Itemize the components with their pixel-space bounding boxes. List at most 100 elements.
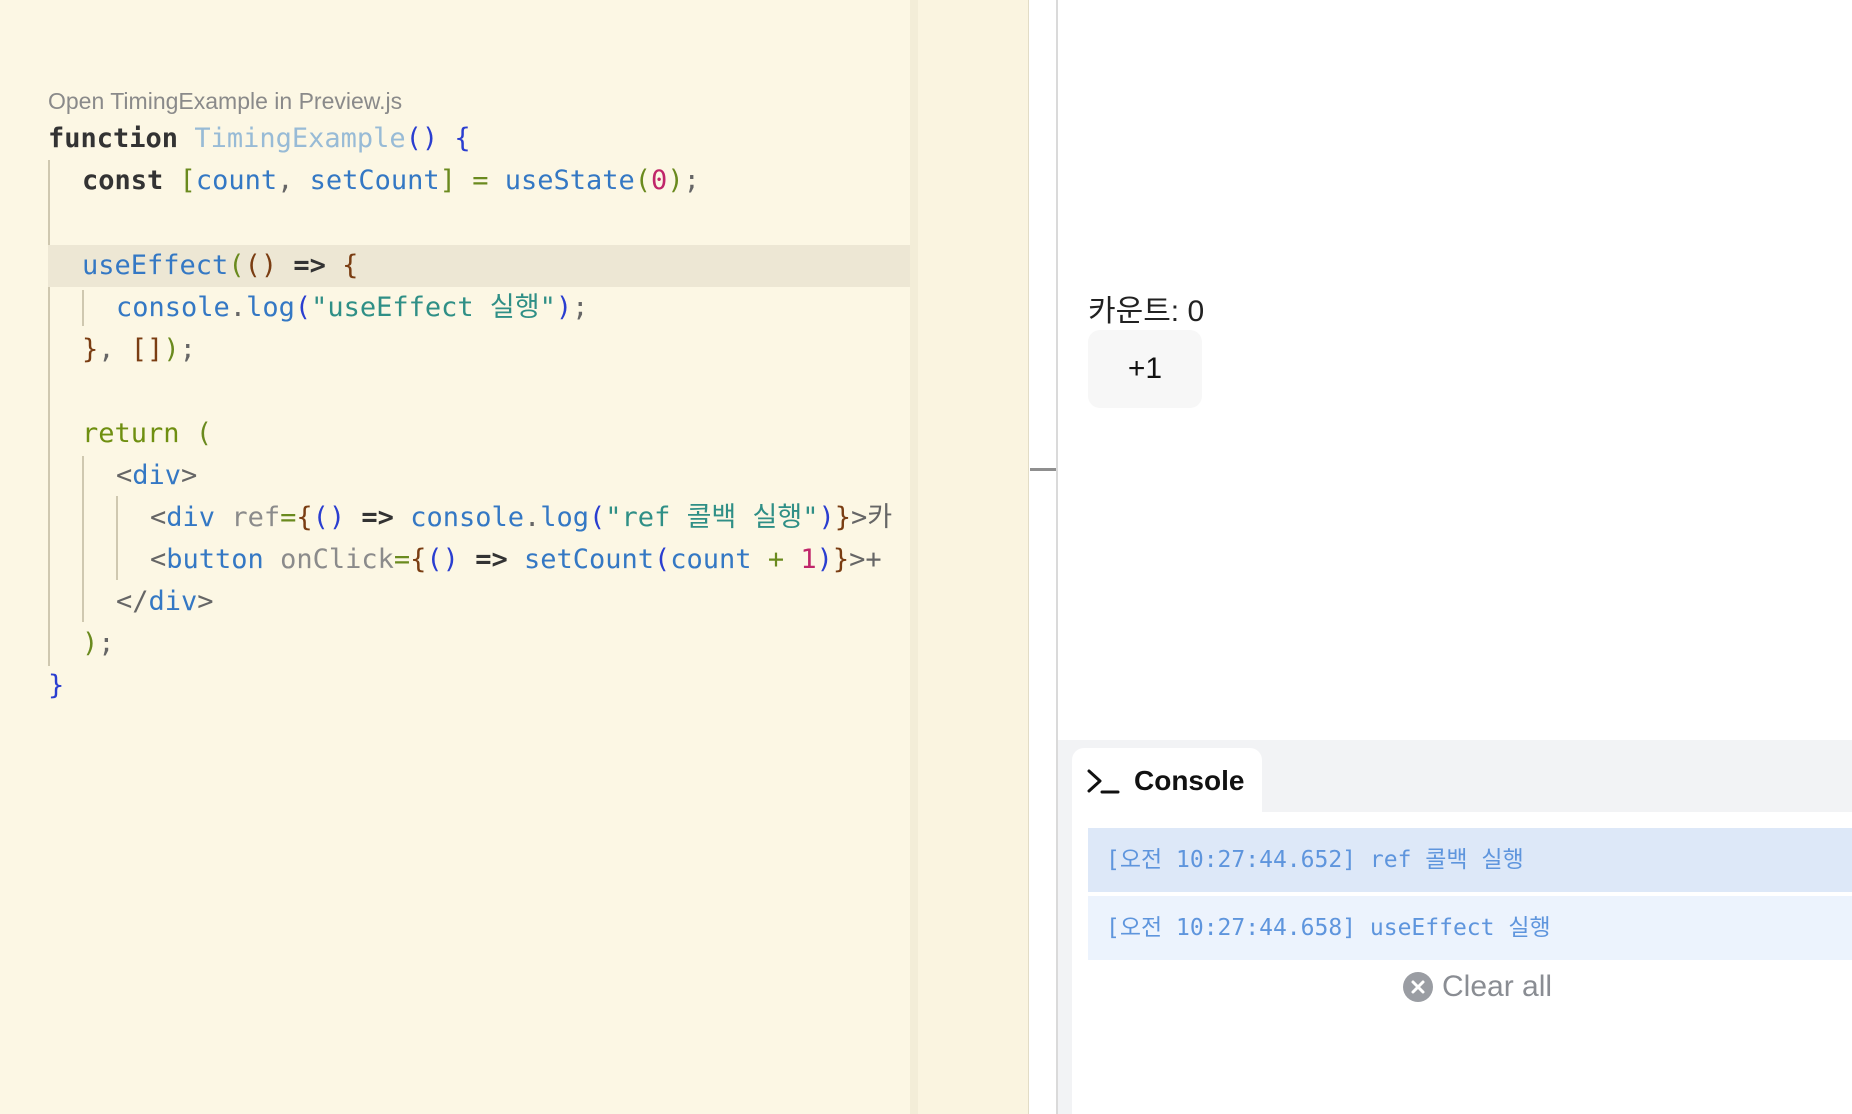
code-token: ): [667, 165, 684, 196]
increment-button[interactable]: +1: [1088, 330, 1202, 408]
code-token: ,: [98, 334, 115, 365]
code-token: button: [166, 544, 264, 575]
code-token: 1: [800, 544, 817, 575]
code-token: {: [410, 544, 427, 575]
code-token: (: [228, 250, 245, 281]
code-token: console: [410, 502, 524, 533]
code-line-12: </div>: [116, 581, 214, 623]
code-token: log: [540, 502, 590, 533]
indent-guide: [48, 160, 50, 666]
code-token: (: [589, 502, 606, 533]
code-token: <: [150, 544, 167, 575]
code-token: TimingExample: [194, 123, 406, 154]
code-token: </: [116, 586, 149, 617]
code-token: ): [82, 628, 99, 659]
code-token: {: [454, 123, 471, 154]
code-token: ]: [439, 165, 456, 196]
code-token: console: [116, 292, 230, 323]
indent-guide: [116, 496, 118, 580]
code-token: ;: [572, 292, 589, 323]
console-log-row: [오전 10:27:44.658] useEffect 실행: [1088, 896, 1852, 960]
code-token: ref: [231, 502, 281, 533]
indent-guide: [82, 456, 84, 622]
code-line-4-highlighted: useEffect(() => {: [48, 245, 910, 287]
code-token: []: [130, 334, 164, 365]
editor-edge: [910, 0, 918, 1114]
code-token: (: [654, 544, 671, 575]
code-token: (): [312, 502, 346, 533]
code-token: (): [405, 123, 439, 154]
code-token: ;: [179, 334, 196, 365]
code-token: }: [832, 544, 850, 575]
code-token: useState: [504, 165, 635, 196]
code-token: return: [82, 418, 180, 449]
console-body: [오전 10:27:44.652] ref 콜백 실행 [오전 10:27:44…: [1072, 812, 1852, 1114]
terminal-icon: [1087, 769, 1120, 794]
code-token: 0: [651, 165, 668, 196]
code-token: setCount: [523, 544, 655, 575]
code-line-6: }, []);: [82, 329, 196, 371]
code-token: div: [148, 586, 198, 617]
code-line-1: function TimingExample() {: [48, 118, 471, 160]
code-token: }: [48, 670, 65, 701]
code-token: }: [834, 502, 851, 533]
code-token: +: [767, 544, 785, 575]
code-token: (): [244, 250, 278, 281]
console-panel: Console [오전 10:27:44.652] ref 콜백 실행 [오전 …: [1058, 740, 1852, 1114]
code-token: =: [472, 165, 489, 196]
code-token: {: [342, 250, 359, 281]
code-token: <: [150, 502, 167, 533]
code-token: ): [816, 544, 833, 575]
open-in-preview-link[interactable]: Open TimingExample in Preview.js: [48, 88, 402, 115]
code-token: =>: [293, 250, 326, 281]
code-token: (: [195, 418, 213, 449]
code-token: .: [523, 502, 541, 533]
code-token: (: [634, 165, 652, 196]
code-token: }: [82, 334, 99, 365]
code-token: function: [48, 123, 179, 154]
code-token: {: [296, 502, 313, 533]
code-token: setCount: [309, 165, 440, 196]
code-line-14: }: [48, 665, 64, 707]
code-token: >: [181, 460, 198, 491]
preview-pane: 카운트: 0 +1: [1058, 0, 1852, 740]
code-line-2: const [count, setCount] = useState(0);: [82, 160, 700, 202]
code-token: [: [179, 165, 196, 196]
console-log-row: [오전 10:27:44.652] ref 콜백 실행: [1088, 828, 1852, 892]
code-token: onClick: [280, 544, 394, 575]
console-tab[interactable]: Console: [1072, 748, 1262, 814]
pane-gutter: [910, 0, 1028, 1114]
code-line-13: );: [82, 623, 115, 665]
code-line-9: <div>: [116, 455, 197, 497]
code-token: log: [246, 292, 295, 323]
code-token: ,: [277, 165, 294, 196]
code-token: div: [166, 502, 216, 533]
pane-divider-line: [1028, 0, 1029, 1114]
indent-guide: [82, 290, 84, 326]
code-token: useEffect: [82, 250, 229, 281]
code-token: count: [670, 544, 752, 575]
code-token: >: [197, 586, 214, 617]
code-token: const: [82, 165, 164, 196]
code-token: =>: [361, 502, 394, 533]
code-line-5: console.log("useEffect 실행");: [116, 287, 588, 329]
code-token: =: [393, 544, 411, 575]
code-token: ): [818, 502, 835, 533]
code-line-10: <div ref={() => console.log("ref 콜백 실행")…: [150, 497, 892, 539]
code-line-8: return (: [82, 413, 212, 455]
code-token: =: [280, 502, 297, 533]
code-token: count: [195, 165, 278, 196]
clear-all-button[interactable]: Clear all: [1402, 970, 1552, 1004]
code-token: =>: [475, 544, 508, 575]
code-token: "ref 콜백 실행": [605, 502, 819, 533]
code-token: ): [555, 292, 573, 323]
clear-circle-x-icon: [1403, 972, 1433, 1002]
code-token: >+: [849, 544, 882, 575]
code-token: ): [163, 334, 180, 365]
code-token: "useEffect 실행": [311, 292, 556, 323]
code-editor[interactable]: Open TimingExample in Preview.js functio…: [0, 0, 910, 1114]
code-token: >카: [850, 502, 893, 533]
resize-handle[interactable]: [1030, 468, 1058, 471]
code-token: .: [229, 292, 247, 323]
code-token: ;: [98, 628, 115, 659]
